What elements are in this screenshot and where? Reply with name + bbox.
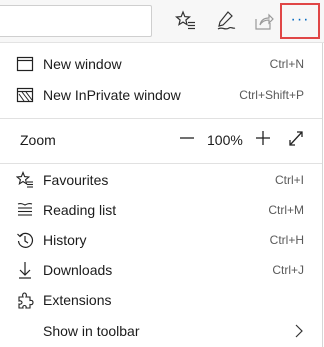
window-icon [16, 55, 34, 73]
menu-item-label: Show in toolbar [43, 323, 140, 339]
menu-item-label: Reading list [43, 202, 117, 218]
download-icon [16, 261, 34, 279]
browser-toolbar: ··· [0, 0, 324, 43]
menu-item-label: Downloads [43, 262, 113, 278]
shortcut-text: Ctrl+Shift+P [239, 88, 304, 102]
extensions-icon [16, 291, 34, 309]
fullscreen-icon[interactable] [287, 127, 305, 149]
menu-item-label: New window [43, 56, 122, 72]
menu-item-downloads[interactable]: Downloads Ctrl+J [0, 255, 322, 285]
menu-item-label: Extensions [43, 292, 112, 308]
divider [0, 118, 322, 119]
shortcut-text: Ctrl+I [274, 173, 304, 187]
settings-menu: New window Ctrl+N New InPrivate window C… [0, 43, 323, 347]
share-icon[interactable] [253, 10, 275, 32]
favorites-star-icon[interactable] [175, 10, 197, 32]
inprivate-icon [16, 86, 34, 104]
menu-item-label: History [43, 232, 87, 248]
more-dots-icon: ··· [290, 11, 310, 28]
more-button[interactable]: ··· [280, 3, 320, 39]
pen-icon[interactable] [215, 10, 237, 32]
shortcut-text: Ctrl+H [269, 233, 304, 247]
menu-item-reading-list[interactable]: Reading list Ctrl+M [0, 195, 322, 225]
shortcut-text: Ctrl+M [268, 203, 304, 217]
shortcut-text: Ctrl+J [272, 263, 304, 277]
menu-item-label: Favourites [43, 172, 109, 188]
menu-item-show-in-toolbar[interactable]: Show in toolbar [0, 316, 322, 346]
chevron-right-icon [294, 323, 304, 339]
divider [0, 163, 322, 164]
menu-item-favourites[interactable]: Favourites Ctrl+I [0, 165, 322, 195]
address-bar[interactable] [0, 5, 152, 37]
reading-list-icon [16, 201, 34, 219]
plus-icon[interactable] [254, 126, 272, 150]
menu-item-new-window[interactable]: New window Ctrl+N [0, 49, 322, 79]
zoom-value: 100% [207, 132, 243, 148]
shortcut-text: Ctrl+N [269, 57, 304, 71]
star-list-icon [16, 171, 34, 189]
zoom-label: Zoom [20, 132, 56, 148]
menu-item-history[interactable]: History Ctrl+H [0, 225, 322, 255]
menu-item-new-inprivate[interactable]: New InPrivate window Ctrl+Shift+P [0, 80, 322, 110]
menu-item-label: New InPrivate window [43, 87, 181, 103]
history-icon [16, 231, 34, 249]
minus-icon[interactable] [178, 126, 196, 150]
menu-item-extensions[interactable]: Extensions [0, 285, 322, 315]
